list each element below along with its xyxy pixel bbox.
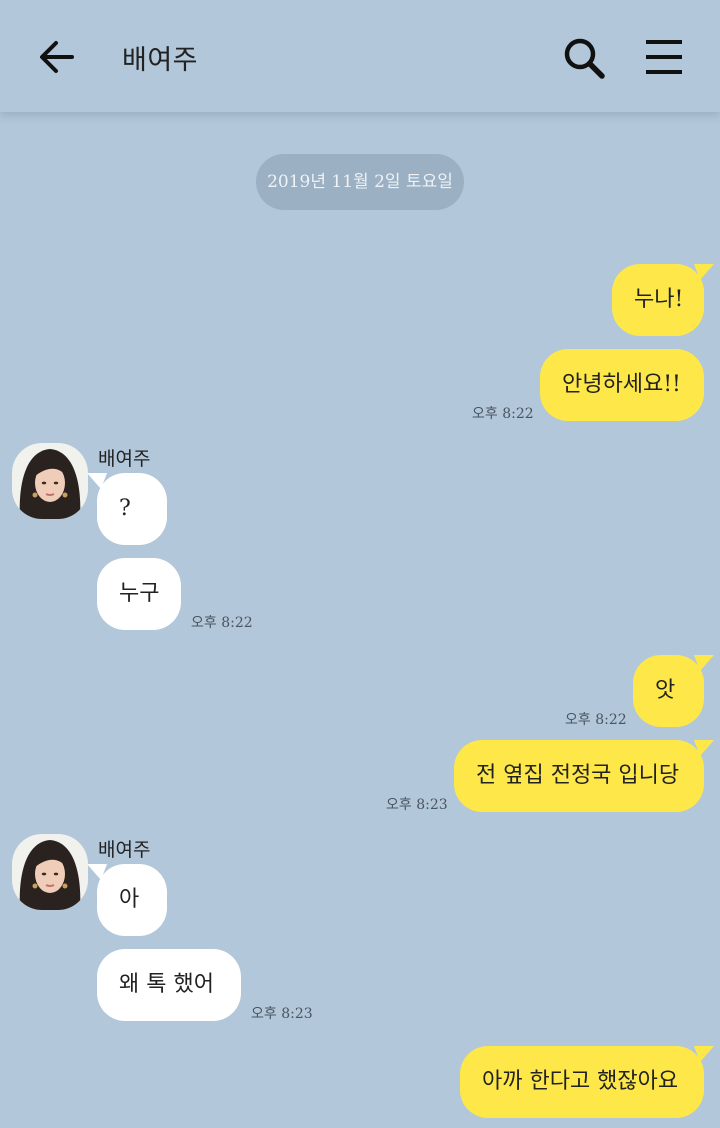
sender-name: 배여주 [98,448,151,470]
message-text: 아 [119,887,140,912]
chat-header: 배여주 [0,0,720,112]
their-message-bubble[interactable]: 왜 톡 했어 [97,949,241,1021]
menu-button[interactable] [640,34,688,80]
bubble-tail [694,264,714,280]
message-timestamp: 오후 8:23 [251,1006,313,1022]
profile-photo [12,443,88,519]
bubble-tail [694,1046,714,1062]
message-timestamp: 오후 8:22 [191,615,253,631]
bubble-tail [87,864,107,880]
hamburger-menu-icon [646,40,682,74]
back-button[interactable] [28,30,88,84]
message-text: 앗 [655,678,676,703]
bubble-tail [694,655,714,671]
bubble-tail [694,740,714,756]
message-text: 누나! [634,287,684,312]
avatar[interactable] [12,443,88,519]
avatar[interactable] [12,834,88,910]
sender-name: 배여주 [98,839,151,861]
message-text: 누구 [119,581,160,606]
my-message-bubble[interactable]: 앗 [633,655,714,727]
my-message-bubble[interactable]: 아까 한다고 했잖아요 [460,1046,714,1118]
message-timestamp: 오후 8:23 [386,797,448,813]
message-text: ? [119,496,131,521]
search-button[interactable] [556,30,612,86]
message-text: 아까 한다고 했잖아요 [482,1069,679,1094]
profile-photo [12,834,88,910]
message-timestamp: 오후 8:22 [565,712,627,728]
my-message-bubble[interactable]: 전 옆집 전정국 입니당 [454,740,714,812]
message-timestamp: 오후 8:22 [472,406,534,422]
search-icon [564,38,605,79]
arrow-left-icon [40,41,74,73]
date-divider: 2019년 11월 2일 토요일 [256,154,464,210]
message-text: 전 옆집 전정국 입니당 [476,763,680,788]
bubble-tail [87,473,107,489]
message-text: 안녕하세요!! [562,372,681,397]
message-text: 왜 톡 했어 [119,972,214,997]
my-message-bubble[interactable]: 누나! [612,264,714,336]
their-message-bubble[interactable]: 누구 [97,558,181,630]
their-message-bubble[interactable]: 아 [87,864,167,936]
their-message-bubble[interactable]: ? [87,473,167,545]
chat-title: 배여주 [122,45,199,76]
my-message-bubble[interactable]: 안녕하세요!! [540,349,704,421]
